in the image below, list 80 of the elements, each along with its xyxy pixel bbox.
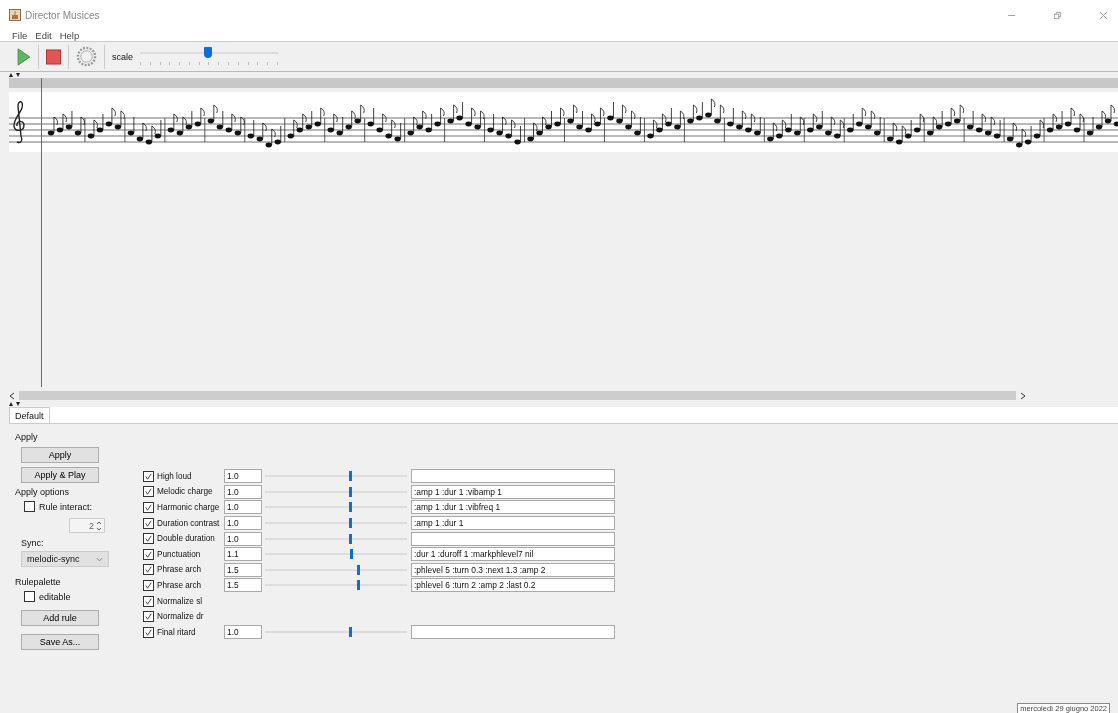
caret-icon [96,556,103,562]
weight-field[interactable]: 1.0 [224,500,262,515]
slider-thumb[interactable] [348,518,352,529]
slider-thumb[interactable] [348,627,352,638]
checkbox[interactable] [143,595,154,607]
weight-field[interactable]: 1.0 [224,469,262,484]
scale-slider-thumb[interactable] [203,46,212,58]
scale-label: scale [112,51,133,62]
restore-icon[interactable] [1053,10,1062,20]
rule-name: Punctuation [157,549,202,559]
checkbox[interactable] [143,517,154,529]
parameters-field[interactable] [411,625,615,640]
slider-thumb[interactable] [348,502,352,513]
rule-name: Harmonic charge [157,503,221,512]
rule-name: Duration contrast [157,518,221,528]
section-heading: Rulepalette [15,577,61,587]
checkbox[interactable] [143,579,154,591]
parameters-field[interactable]: :phlevel 5 :turn 0.3 :next 1.3 :amp 2 [411,562,615,577]
checkbox[interactable] [143,470,154,482]
weight-field[interactable]: 1.0 [224,625,262,640]
scroll-left-icon[interactable] [9,391,15,400]
rule-name: Phrase arch [157,580,203,590]
weight-field[interactable]: 1.1 [224,547,262,562]
checkbox[interactable] [143,533,154,545]
tab[interactable]: Default [9,407,50,423]
stop-icon[interactable] [46,47,61,66]
weight-field[interactable]: 1.0 [224,484,262,499]
weight-field[interactable]: 1.5 [224,578,262,593]
checkbox-label: Rule interact: [39,501,93,512]
spinner-field[interactable]: 2 [69,518,105,533]
rule-name: Final ritard [157,627,197,637]
palette-button[interactable]: Save As... [21,634,99,650]
checkbox[interactable] [143,548,154,560]
rule-name: Phrase arch [157,565,203,575]
rule-name: Double duration [157,534,216,544]
menu-item[interactable]: Help [59,29,80,41]
slider-thumb[interactable] [348,486,352,497]
parameters-field[interactable]: :phlevel 6 :turn 2 :amp 2 :last 0.2 [411,578,615,593]
sync-dropdown[interactable]: melodic-sync [21,551,109,567]
checkbox[interactable] [143,611,154,623]
slider-thumb[interactable] [356,564,360,575]
rule-name: Normalize sl [157,596,204,606]
checkbox[interactable] [24,501,35,512]
checkbox[interactable] [24,591,35,602]
checkbox-label: editable [39,591,71,602]
window-title: Director Musices [25,9,100,21]
parameters-field[interactable] [411,469,615,484]
section-heading: Apply options [15,487,70,497]
parameters-field[interactable]: :amp 1 :dur 1 :vibamp 1 [411,484,615,499]
menu-item[interactable]: File [12,29,28,41]
play-icon[interactable] [16,47,31,66]
spinner-arrows-icon[interactable] [96,519,102,532]
checkbox[interactable] [143,502,154,513]
weight-field[interactable]: 1.5 [224,562,262,577]
scroll-right-icon[interactable] [1020,391,1026,400]
checkbox[interactable] [143,486,154,498]
split-arrows-icon[interactable] [9,73,21,77]
rule-name: High loud [157,471,193,481]
parameters-field[interactable]: :amp 1 :dur 1 [411,516,615,531]
slider-thumb[interactable] [348,471,352,482]
rule-name: Melodic charge [157,487,214,497]
weight-field[interactable]: 1.0 [224,516,262,531]
checkbox[interactable] [143,564,154,576]
slider-thumb[interactable] [350,549,354,560]
section-heading: Apply [15,432,38,442]
slider-thumb[interactable] [348,533,352,544]
palette-button[interactable]: Add rule [21,610,99,626]
weight-field[interactable]: 1.0 [224,531,262,546]
split-arrows-icon[interactable] [9,402,21,406]
slider-thumb[interactable] [356,580,360,591]
app-icon [9,9,21,21]
sync-label: Sync: [21,538,44,548]
apply-button[interactable]: Apply & Play [21,467,99,483]
parameters-field[interactable]: :dur 1 :duroff 1 :markphlevel7 nil [411,547,615,562]
menu-item[interactable]: Edit [35,29,52,41]
parameters-field[interactable] [411,531,615,546]
apply-button[interactable]: Apply [21,447,99,463]
checkbox[interactable] [143,626,154,638]
parameters-field[interactable]: :amp 1 :dur 1 :vibfreq 1 [411,500,615,515]
rule-name: Normalize dr [157,612,205,622]
